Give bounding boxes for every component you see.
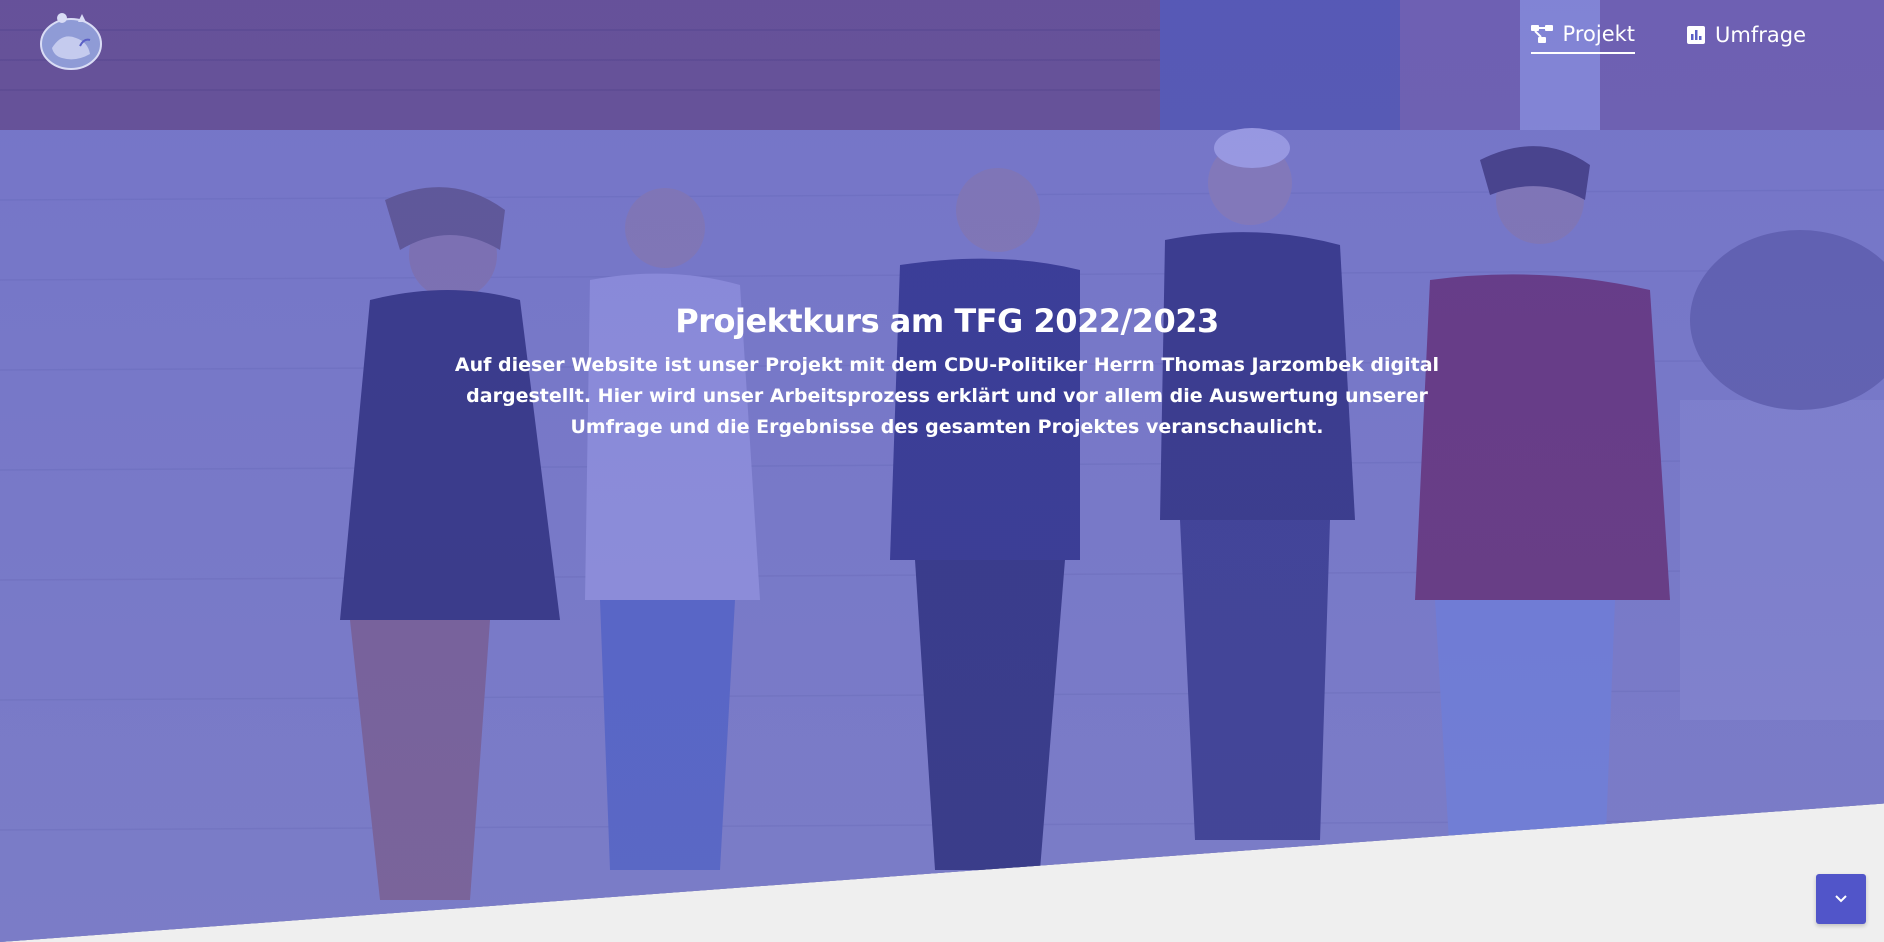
chevron-down-icon <box>1835 895 1847 903</box>
nav-item-projekt[interactable]: Projekt <box>1530 22 1636 54</box>
nav-item-label: Umfrage <box>1715 23 1806 47</box>
hero-text: Projektkurs am TFG 2022/2023 Auf dieser … <box>442 302 1452 443</box>
nav-item-label: Projekt <box>1562 22 1636 46</box>
main-navigation: Projekt Umfrage <box>1530 22 1806 54</box>
diagram-project-icon <box>1530 25 1553 43</box>
school-logo[interactable] <box>36 8 106 72</box>
hero-section <box>0 0 1884 942</box>
hero-description: Auf dieser Website ist unser Projekt mit… <box>454 354 1440 438</box>
nav-item-umfrage[interactable]: Umfrage <box>1687 22 1806 54</box>
hero-overlay <box>0 0 1884 942</box>
scroll-down-button[interactable] <box>1816 874 1866 924</box>
bar-chart-icon <box>1687 26 1706 44</box>
page-title: Projektkurs am TFG 2022/2023 <box>675 302 1219 340</box>
